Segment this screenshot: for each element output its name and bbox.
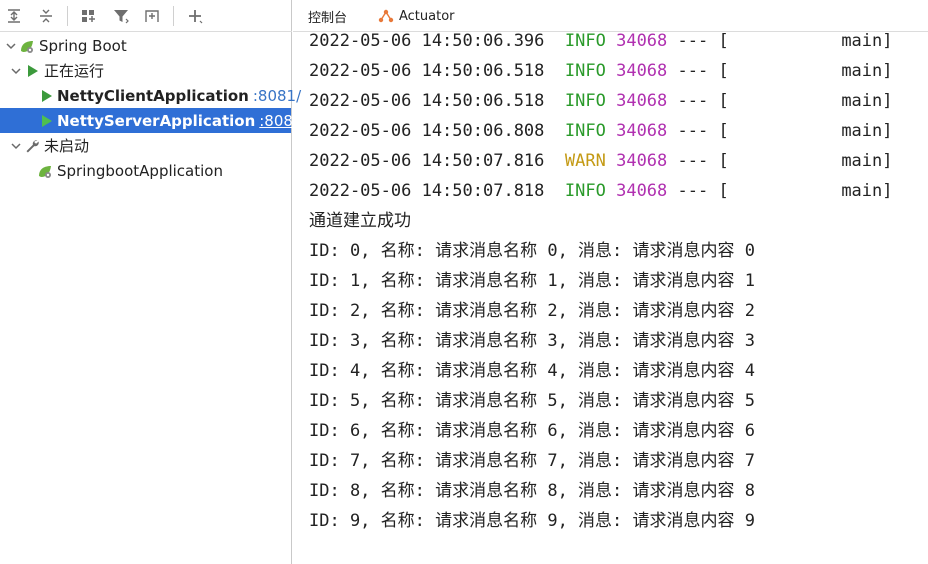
log-line: 2022-05-06 14:50:07.818 INFO 34068 --- [… [309, 176, 893, 206]
log-thread: main] [841, 121, 893, 141]
log-separator: --- [ [677, 151, 729, 171]
add-icon[interactable] [184, 5, 206, 27]
record-line: ID: 4, 名称: 请求消息名称 4, 消息: 请求消息内容 4 [309, 361, 755, 381]
log-pid: 34068 [616, 181, 668, 201]
log-level: INFO [564, 121, 606, 141]
chevron-down-icon[interactable] [4, 39, 18, 53]
log-level: INFO [564, 91, 606, 111]
tree-label: 正在运行 [44, 62, 105, 80]
tab-label: Actuator [399, 8, 455, 24]
app-name: NettyServerApplication [57, 111, 256, 130]
tree-node-spring-boot[interactable]: Spring Boot [0, 33, 291, 58]
new-tab-icon[interactable] [141, 5, 163, 27]
spring-boot-icon [36, 162, 54, 180]
record-line: ID: 1, 名称: 请求消息名称 1, 消息: 请求消息内容 1 [309, 271, 755, 291]
wrench-icon [23, 137, 41, 155]
log-timestamp: 2022-05-06 14:50:06.808 [309, 121, 545, 141]
tree-label: Spring Boot [39, 36, 127, 55]
app-name: NettyClientApplication [57, 86, 249, 105]
expand-all-icon[interactable] [3, 5, 25, 27]
run-icon [38, 112, 54, 130]
log-line: 2022-05-06 14:50:06.518 INFO 34068 --- [… [309, 56, 893, 86]
tree-label: 未启动 [44, 137, 90, 155]
tree-node-not-started[interactable]: 未启动 [0, 133, 291, 158]
chevron-down-icon[interactable] [9, 64, 23, 78]
log-pid: 34068 [616, 33, 668, 51]
tab-console[interactable]: 控制台 [308, 0, 347, 32]
record-line: ID: 7, 名称: 请求消息名称 7, 消息: 请求消息内容 7 [309, 451, 755, 471]
log-pid: 34068 [616, 151, 668, 171]
services-panel: Spring Boot 正在运行 NettyClientApplication … [0, 0, 308, 564]
chevron-down-icon[interactable] [9, 139, 23, 153]
console-tabs: 控制台 Actuator [293, 0, 928, 32]
log-timestamp: 2022-05-06 14:50:07.818 [309, 181, 545, 201]
record-line: ID: 0, 名称: 请求消息名称 0, 消息: 请求消息内容 0 [309, 241, 755, 261]
spring-boot-icon [18, 37, 36, 55]
log-level: INFO [564, 33, 606, 51]
record-line: ID: 2, 名称: 请求消息名称 2, 消息: 请求消息内容 2 [309, 301, 755, 321]
log-pid: 34068 [616, 91, 668, 111]
log-separator: --- [ [677, 33, 729, 51]
log-line: 2022-05-06 14:50:06.518 INFO 34068 --- [… [309, 86, 893, 116]
actuator-icon [378, 9, 394, 23]
tree-item-netty-client[interactable]: NettyClientApplication :8081/ [0, 83, 301, 108]
tree-item-netty-server[interactable]: NettyServerApplication :8082/ [0, 108, 308, 133]
log-thread: main] [841, 61, 893, 81]
tab-actuator[interactable]: Actuator [377, 0, 455, 32]
log-line: 2022-05-06 14:50:07.816 WARN 34068 --- [… [309, 146, 893, 176]
log-timestamp: 2022-05-06 14:50:06.518 [309, 61, 545, 81]
group-by-icon[interactable] [77, 5, 99, 27]
log-separator: --- [ [677, 181, 729, 201]
record-line: ID: 5, 名称: 请求消息名称 5, 消息: 请求消息内容 5 [309, 391, 755, 411]
log-timestamp: 2022-05-06 14:50:06.518 [309, 91, 545, 111]
log-level: INFO [564, 181, 606, 201]
console-output[interactable]: 2022-05-06 14:50:06.396 INFO 34068 --- [… [293, 33, 928, 564]
record-line: ID: 3, 名称: 请求消息名称 3, 消息: 请求消息内容 3 [309, 331, 755, 351]
run-icon [38, 87, 54, 105]
log-line: 2022-05-06 14:50:06.396 INFO 34068 --- [… [309, 33, 893, 56]
log-pid: 34068 [616, 121, 668, 141]
log-level: WARN [564, 151, 606, 171]
console-message: 通道建立成功 [309, 211, 411, 231]
record-line: ID: 6, 名称: 请求消息名称 6, 消息: 请求消息内容 6 [309, 421, 755, 441]
log-timestamp: 2022-05-06 14:50:06.396 [309, 33, 545, 51]
log-line: 2022-05-06 14:50:06.808 INFO 34068 --- [… [309, 116, 893, 146]
log-level: INFO [564, 61, 606, 81]
log-separator: --- [ [677, 61, 729, 81]
run-icon [23, 62, 41, 80]
tab-label: 控制台 [308, 10, 348, 26]
log-timestamp: 2022-05-06 14:50:07.816 [309, 151, 545, 171]
tree-item-springboot-app[interactable]: SpringbootApplication [0, 158, 291, 183]
log-thread: main] [841, 151, 893, 171]
log-thread: main] [841, 181, 893, 201]
log-separator: --- [ [677, 91, 729, 111]
collapse-all-icon[interactable] [35, 5, 57, 27]
log-thread: main] [841, 33, 893, 51]
record-line: ID: 8, 名称: 请求消息名称 8, 消息: 请求消息内容 8 [309, 481, 755, 501]
app-name: SpringbootApplication [57, 161, 223, 180]
filter-icon[interactable] [110, 5, 132, 27]
log-separator: --- [ [677, 121, 729, 141]
record-line: ID: 9, 名称: 请求消息名称 9, 消息: 请求消息内容 9 [309, 511, 755, 531]
tree-node-running[interactable]: 正在运行 [0, 58, 291, 83]
log-pid: 34068 [616, 61, 668, 81]
log-thread: main] [841, 91, 893, 111]
services-toolbar [0, 0, 292, 32]
